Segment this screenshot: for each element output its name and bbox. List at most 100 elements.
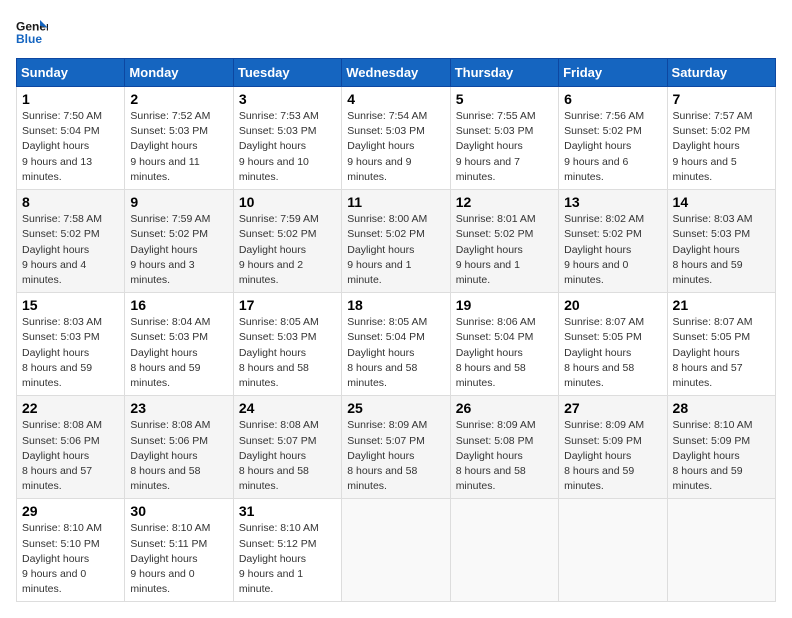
day-cell-12: 12 Sunrise: 8:01 AM Sunset: 5:02 PM Dayl…	[450, 190, 558, 293]
daylight-label: Daylight hours	[456, 450, 523, 462]
day-number: 24	[239, 400, 336, 416]
day-cell-4: 4 Sunrise: 7:54 AM Sunset: 5:03 PM Dayli…	[342, 87, 450, 190]
sunrise-label: Sunrise: 8:10 AM	[22, 522, 102, 534]
sunrise-label: Sunrise: 7:54 AM	[347, 110, 427, 122]
sunrise-label: Sunrise: 8:03 AM	[22, 316, 102, 328]
day-cell-28: 28 Sunrise: 8:10 AM Sunset: 5:09 PM Dayl…	[667, 396, 775, 499]
daylight-duration: 9 hours and 9 minutes.	[347, 156, 411, 183]
daylight-duration: 8 hours and 58 minutes.	[347, 465, 417, 492]
day-info: Sunrise: 8:06 AM Sunset: 5:04 PM Dayligh…	[456, 315, 553, 391]
daylight-label: Daylight hours	[673, 347, 740, 359]
day-cell-7: 7 Sunrise: 7:57 AM Sunset: 5:02 PM Dayli…	[667, 87, 775, 190]
sunrise-label: Sunrise: 7:52 AM	[130, 110, 210, 122]
daylight-label: Daylight hours	[22, 347, 89, 359]
sunset-label: Sunset: 5:02 PM	[347, 228, 425, 240]
sunrise-label: Sunrise: 8:03 AM	[673, 213, 753, 225]
daylight-label: Daylight hours	[239, 553, 306, 565]
svg-text:Blue: Blue	[16, 32, 42, 46]
day-cell-5: 5 Sunrise: 7:55 AM Sunset: 5:03 PM Dayli…	[450, 87, 558, 190]
sunset-label: Sunset: 5:04 PM	[22, 125, 100, 137]
daylight-label: Daylight hours	[130, 140, 197, 152]
sunset-label: Sunset: 5:02 PM	[456, 228, 534, 240]
day-number: 9	[130, 194, 227, 210]
day-number: 27	[564, 400, 661, 416]
daylight-duration: 9 hours and 10 minutes.	[239, 156, 309, 183]
sunrise-label: Sunrise: 8:01 AM	[456, 213, 536, 225]
day-info: Sunrise: 8:08 AM Sunset: 5:06 PM Dayligh…	[130, 418, 227, 494]
daylight-duration: 8 hours and 58 minutes.	[456, 362, 526, 389]
day-info: Sunrise: 7:55 AM Sunset: 5:03 PM Dayligh…	[456, 109, 553, 185]
sunset-label: Sunset: 5:04 PM	[347, 331, 425, 343]
daylight-duration: 9 hours and 4 minutes.	[22, 259, 86, 286]
col-header-tuesday: Tuesday	[233, 59, 341, 87]
day-info: Sunrise: 8:03 AM Sunset: 5:03 PM Dayligh…	[22, 315, 119, 391]
sunset-label: Sunset: 5:05 PM	[673, 331, 751, 343]
day-number: 5	[456, 91, 553, 107]
sunrise-label: Sunrise: 8:02 AM	[564, 213, 644, 225]
day-info: Sunrise: 8:09 AM Sunset: 5:09 PM Dayligh…	[564, 418, 661, 494]
day-info: Sunrise: 8:04 AM Sunset: 5:03 PM Dayligh…	[130, 315, 227, 391]
day-cell-15: 15 Sunrise: 8:03 AM Sunset: 5:03 PM Dayl…	[17, 293, 125, 396]
daylight-duration: 8 hours and 59 minutes.	[22, 362, 92, 389]
day-info: Sunrise: 7:53 AM Sunset: 5:03 PM Dayligh…	[239, 109, 336, 185]
day-cell-25: 25 Sunrise: 8:09 AM Sunset: 5:07 PM Dayl…	[342, 396, 450, 499]
sunrise-label: Sunrise: 7:53 AM	[239, 110, 319, 122]
sunset-label: Sunset: 5:02 PM	[130, 228, 208, 240]
sunrise-label: Sunrise: 8:06 AM	[456, 316, 536, 328]
daylight-label: Daylight hours	[22, 450, 89, 462]
sunset-label: Sunset: 5:07 PM	[347, 435, 425, 447]
sunset-label: Sunset: 5:09 PM	[673, 435, 751, 447]
day-info: Sunrise: 8:10 AM Sunset: 5:09 PM Dayligh…	[673, 418, 770, 494]
sunset-label: Sunset: 5:08 PM	[456, 435, 534, 447]
day-info: Sunrise: 7:59 AM Sunset: 5:02 PM Dayligh…	[130, 212, 227, 288]
empty-cell	[450, 499, 558, 602]
daylight-label: Daylight hours	[130, 347, 197, 359]
week-row-5: 29 Sunrise: 8:10 AM Sunset: 5:10 PM Dayl…	[17, 499, 776, 602]
daylight-duration: 8 hours and 58 minutes.	[239, 362, 309, 389]
day-cell-10: 10 Sunrise: 7:59 AM Sunset: 5:02 PM Dayl…	[233, 190, 341, 293]
sunrise-label: Sunrise: 8:08 AM	[22, 419, 102, 431]
daylight-duration: 9 hours and 2 minutes.	[239, 259, 303, 286]
day-cell-1: 1 Sunrise: 7:50 AM Sunset: 5:04 PM Dayli…	[17, 87, 125, 190]
day-info: Sunrise: 8:01 AM Sunset: 5:02 PM Dayligh…	[456, 212, 553, 288]
day-info: Sunrise: 7:54 AM Sunset: 5:03 PM Dayligh…	[347, 109, 444, 185]
sunset-label: Sunset: 5:03 PM	[22, 331, 100, 343]
day-cell-18: 18 Sunrise: 8:05 AM Sunset: 5:04 PM Dayl…	[342, 293, 450, 396]
sunrise-label: Sunrise: 8:07 AM	[564, 316, 644, 328]
day-cell-27: 27 Sunrise: 8:09 AM Sunset: 5:09 PM Dayl…	[559, 396, 667, 499]
day-number: 14	[673, 194, 770, 210]
daylight-duration: 8 hours and 58 minutes.	[564, 362, 634, 389]
daylight-label: Daylight hours	[347, 450, 414, 462]
page-header: General Blue	[16, 16, 776, 48]
day-info: Sunrise: 8:07 AM Sunset: 5:05 PM Dayligh…	[564, 315, 661, 391]
col-header-wednesday: Wednesday	[342, 59, 450, 87]
sunset-label: Sunset: 5:12 PM	[239, 538, 317, 550]
sunset-label: Sunset: 5:03 PM	[239, 125, 317, 137]
daylight-label: Daylight hours	[130, 553, 197, 565]
daylight-duration: 8 hours and 58 minutes.	[456, 465, 526, 492]
day-cell-23: 23 Sunrise: 8:08 AM Sunset: 5:06 PM Dayl…	[125, 396, 233, 499]
day-number: 19	[456, 297, 553, 313]
sunset-label: Sunset: 5:03 PM	[130, 331, 208, 343]
sunrise-label: Sunrise: 8:10 AM	[130, 522, 210, 534]
daylight-label: Daylight hours	[22, 140, 89, 152]
sunrise-label: Sunrise: 8:05 AM	[347, 316, 427, 328]
daylight-duration: 9 hours and 0 minutes.	[564, 259, 628, 286]
sunset-label: Sunset: 5:02 PM	[564, 228, 642, 240]
sunset-label: Sunset: 5:05 PM	[564, 331, 642, 343]
daylight-duration: 8 hours and 59 minutes.	[130, 362, 200, 389]
day-cell-26: 26 Sunrise: 8:09 AM Sunset: 5:08 PM Dayl…	[450, 396, 558, 499]
sunrise-label: Sunrise: 8:00 AM	[347, 213, 427, 225]
day-number: 30	[130, 503, 227, 519]
day-number: 17	[239, 297, 336, 313]
sunset-label: Sunset: 5:03 PM	[673, 228, 751, 240]
daylight-label: Daylight hours	[456, 244, 523, 256]
day-number: 15	[22, 297, 119, 313]
logo: General Blue	[16, 16, 52, 48]
col-header-friday: Friday	[559, 59, 667, 87]
daylight-duration: 9 hours and 1 minute.	[239, 568, 303, 595]
day-number: 16	[130, 297, 227, 313]
daylight-label: Daylight hours	[347, 140, 414, 152]
daylight-duration: 8 hours and 59 minutes.	[673, 465, 743, 492]
day-number: 2	[130, 91, 227, 107]
